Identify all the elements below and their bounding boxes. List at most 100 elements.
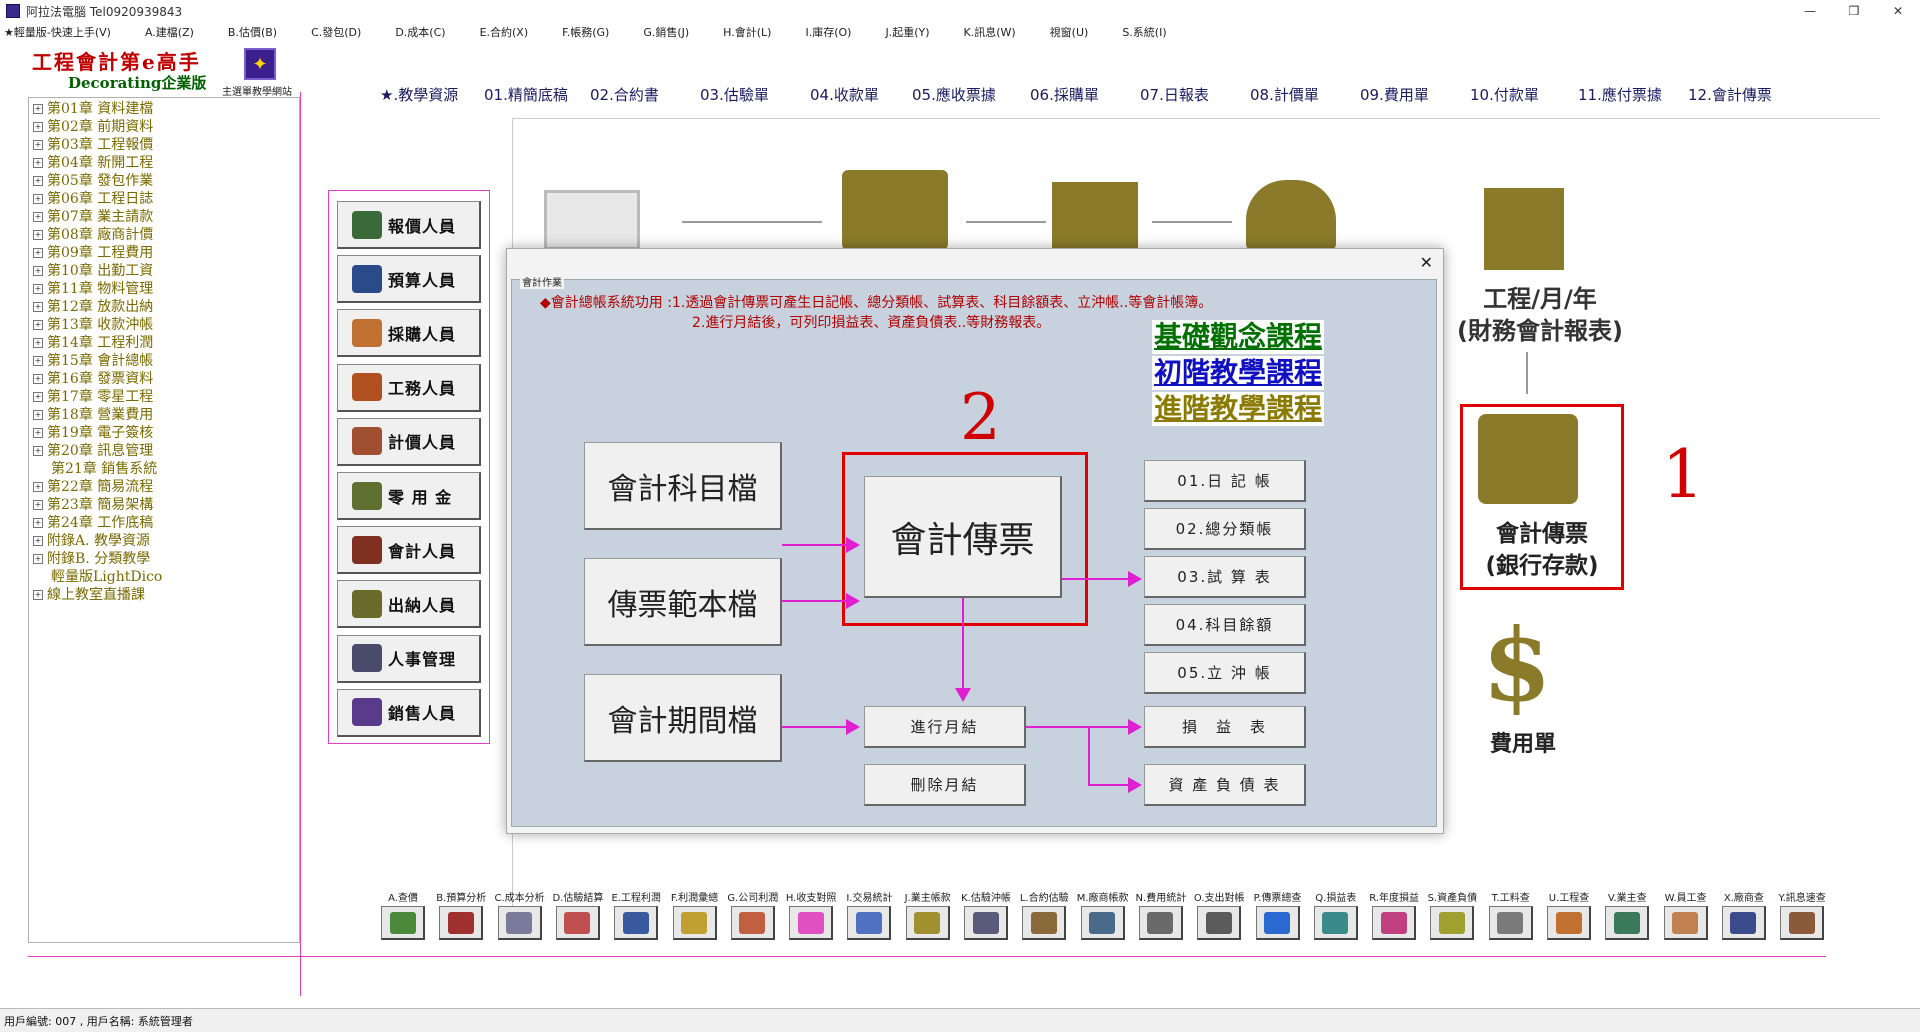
balance-sheet-button[interactable]: 資 產 負 債 表 [1144,764,1306,806]
top-nav-item[interactable]: 03.估驗單 [700,84,810,104]
expand-toggle-icon[interactable]: + [33,212,43,222]
menu-item[interactable]: J.起重(Y) [885,24,929,40]
expand-toggle-icon[interactable]: + [33,158,43,168]
toolbar-button[interactable] [905,906,950,940]
tree-item[interactable]: + 第14章 工程利潤 [33,334,295,352]
toolbar-button[interactable] [1138,906,1183,940]
account-balance-button[interactable]: 04.科目餘額 [1144,604,1306,646]
dialog-close-button[interactable]: ✕ [1420,253,1433,272]
menu-item[interactable]: 視窗(U) [1050,24,1089,40]
toolbar-button[interactable] [439,906,484,940]
menu-item[interactable]: F.帳務(G) [562,24,609,40]
close-window-button[interactable]: ✕ [1876,0,1920,22]
tree-item[interactable]: + 第02章 前期資料 [33,118,295,136]
income-statement-button[interactable]: 損 益 表 [1144,706,1306,748]
role-button[interactable]: 銷售人員 [337,688,481,737]
month-close-button[interactable]: 進行月結 [864,706,1026,748]
toolbar-button[interactable] [1663,906,1708,940]
tree-item[interactable]: + 第01章 資料建檔 [33,100,295,118]
expand-toggle-icon[interactable]: + [33,284,43,294]
tree-item[interactable]: + 第03章 工程報價 [33,136,295,154]
toolbar-button[interactable] [555,906,600,940]
tree-item[interactable]: + 第15章 會計總帳 [33,352,295,370]
tree-item[interactable]: + 第11章 物料管理 [33,280,295,298]
toolbar-button[interactable] [1780,906,1825,940]
tutorial-site-icon[interactable]: ✦ [244,48,276,80]
top-nav-item[interactable]: ★.教學資源 [380,84,484,104]
menu-item[interactable]: C.發包(D) [311,24,361,40]
menu-item[interactable]: E.合約(X) [480,24,529,40]
toolbar-button[interactable] [730,906,775,940]
top-nav-item[interactable]: 01.精簡底稿 [484,84,590,104]
toolbar-button[interactable] [1547,906,1591,940]
top-nav-item[interactable]: 07.日報表 [1140,84,1250,104]
tree-item[interactable]: + 第13章 收款沖帳 [33,316,295,334]
role-button[interactable]: 計價人員 [337,417,481,466]
journal-button[interactable]: 01.日 記 帳 [1144,460,1306,502]
expand-toggle-icon[interactable]: + [33,590,43,600]
expand-toggle-icon[interactable]: + [33,104,43,114]
top-nav-item[interactable]: 09.費用單 [1360,84,1470,104]
toolbar-button[interactable] [1197,906,1242,940]
tree-item[interactable]: + 第06章 工程日誌 [33,190,295,208]
tree-item[interactable]: + 附錄B. 分類教學 [33,550,295,568]
tree-item[interactable]: + 第04章 新開工程 [33,154,295,172]
toolbar-button[interactable] [1430,906,1475,940]
tree-item[interactable]: + 第05章 發包作業 [33,172,295,190]
toolbar-button[interactable] [1313,906,1358,940]
expand-toggle-icon[interactable]: + [33,554,43,564]
role-button[interactable]: 工務人員 [337,363,481,412]
toolbar-button[interactable] [789,906,834,940]
course-beginner-link[interactable]: 初階教學課程 [1152,356,1325,390]
tree-item[interactable]: + 第07章 業主請款 [33,208,295,226]
menu-item[interactable]: S.系統(I) [1122,24,1166,40]
course-basic-link[interactable]: 基礎觀念課程 [1152,320,1325,354]
role-button[interactable]: 零 用 金 [337,472,481,520]
expand-toggle-icon[interactable]: + [33,338,43,348]
toolbar-button[interactable] [381,906,425,940]
expand-toggle-icon[interactable]: + [33,194,43,204]
expand-toggle-icon[interactable]: + [33,140,43,150]
delete-month-close-button[interactable]: 刪除月結 [864,764,1026,806]
tree-item[interactable]: + 第08章 廠商計價 [33,226,295,244]
expand-toggle-icon[interactable]: + [33,320,43,330]
menu-item[interactable]: D.成本(C) [395,24,445,40]
accounting-voucher-button[interactable]: 會計傳票 [864,476,1062,598]
role-button[interactable]: 會計人員 [337,526,481,575]
toolbar-button[interactable] [1255,906,1300,940]
tree-item[interactable]: + 第16章 發票資料 [33,370,295,388]
accounting-period-button[interactable]: 會計期間檔 [584,674,782,762]
tree-item[interactable]: + 第17章 零星工程 [33,388,295,406]
top-nav-item[interactable]: 10.付款單 [1470,84,1578,104]
top-nav-item[interactable]: 11.應付票據 [1578,84,1688,104]
expand-toggle-icon[interactable]: + [33,410,43,420]
role-button[interactable]: 人事管理 [337,634,481,683]
expand-toggle-icon[interactable]: + [33,230,43,240]
expand-toggle-icon[interactable]: + [33,392,43,402]
expand-toggle-icon[interactable]: + [33,266,43,276]
expand-toggle-icon[interactable]: + [33,500,43,510]
tree-item[interactable]: + 第22章 簡易流程 [33,478,295,496]
top-nav-item[interactable]: 05.應收票據 [912,84,1030,104]
expand-toggle-icon[interactable]: + [33,518,43,528]
tree-item[interactable]: 第21章 銷售系統 [33,460,295,478]
expand-toggle-icon[interactable]: + [33,374,43,384]
menu-item[interactable]: A.建檔(Z) [145,24,194,40]
expand-toggle-icon[interactable]: + [33,446,43,456]
toolbar-button[interactable] [1080,906,1125,940]
tree-item[interactable]: + 第18章 營業費用 [33,406,295,424]
top-nav-item[interactable]: 02.合約書 [590,84,700,104]
menu-item[interactable]: ★輕量版-快速上手(V) [4,24,111,40]
tree-item[interactable]: + 第10章 出勤工資 [33,262,295,280]
tree-item[interactable]: + 第23章 簡易架構 [33,496,295,514]
toolbar-button[interactable] [1022,906,1067,940]
toolbar-button[interactable] [497,906,542,940]
menu-item[interactable]: B.估價(B) [228,24,277,40]
tree-item[interactable]: + 第09章 工程費用 [33,244,295,262]
role-button[interactable]: 報價人員 [337,201,481,249]
maximize-button[interactable]: ❐ [1832,0,1876,22]
tree-item[interactable]: + 第19章 電子簽核 [33,424,295,442]
top-nav-item[interactable]: 08.計價單 [1250,84,1360,104]
expand-toggle-icon[interactable]: + [33,122,43,132]
expand-toggle-icon[interactable]: + [33,248,43,258]
